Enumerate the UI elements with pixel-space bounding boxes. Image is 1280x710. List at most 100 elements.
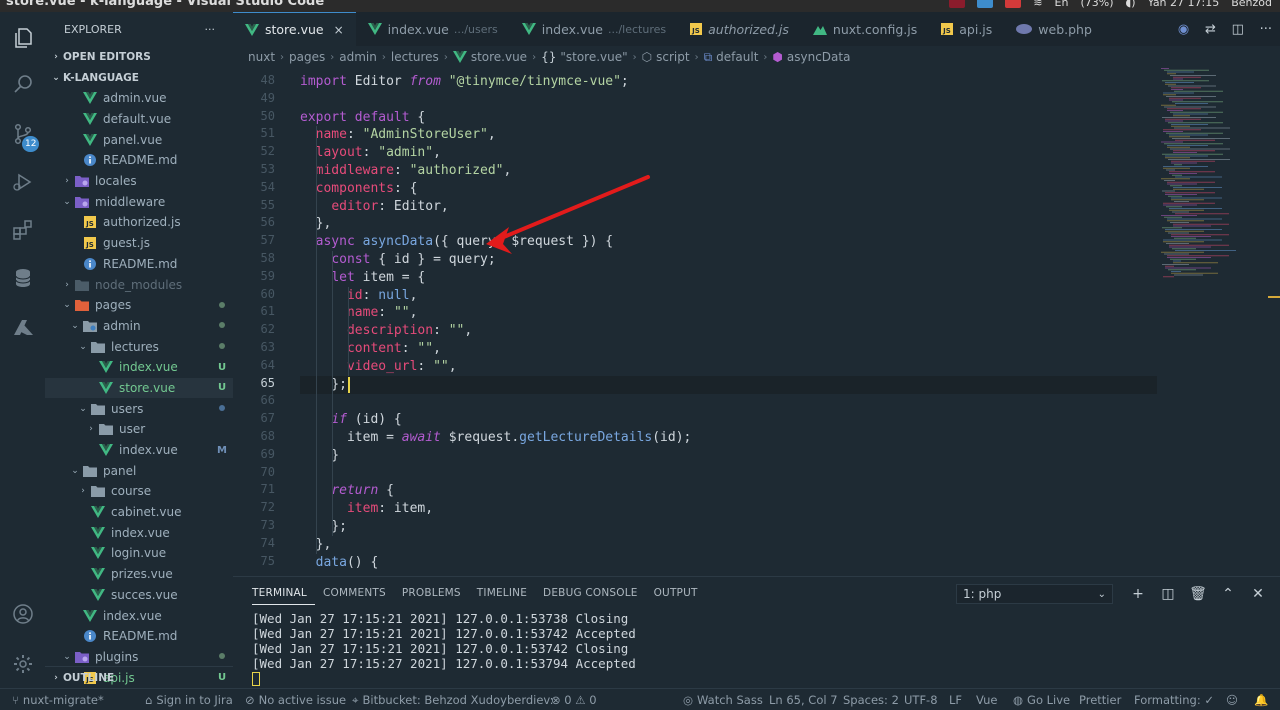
tree-folder[interactable]: › user — [45, 419, 233, 440]
tree-file[interactable]: prizes.vue — [45, 564, 233, 585]
code-line[interactable]: import Editor from "@tinymce/tinymce-vue… — [300, 73, 629, 91]
code-line[interactable]: components: { — [300, 180, 418, 198]
tree-folder[interactable]: ⌄ pages — [45, 295, 233, 316]
code-line[interactable]: async asyncData({ query, $request }) { — [300, 233, 613, 251]
project-section[interactable]: ⌄ K-LANGUAGE — [45, 67, 233, 88]
code-line[interactable]: } — [300, 447, 339, 465]
panel-tab-output[interactable]: OUTPUT — [654, 581, 706, 605]
tree-file[interactable]: README.md — [45, 254, 233, 275]
run-debug-activity[interactable] — [0, 162, 45, 202]
code-line[interactable]: name: "AdminStoreUser", — [300, 126, 496, 144]
code-line[interactable]: video_url: "", — [300, 358, 457, 376]
tree-file[interactable]: store.vue U — [45, 377, 233, 399]
problems-status[interactable]: ⊗ 0 ⚠ 0 — [551, 689, 597, 710]
code-line[interactable]: layout: "admin", — [300, 144, 441, 162]
tree-file[interactable]: admin.vue — [45, 88, 233, 109]
kill-terminal-button[interactable]: 🗑 — [1183, 583, 1213, 605]
more-actions-icon[interactable]: ··· — [1260, 22, 1272, 37]
open-preview-icon[interactable]: ◉ — [1178, 22, 1189, 37]
code-editor[interactable]: 48 49 50 51 52 53 54 55 56 57 58 59 60 61 62 63 64 65 66 67… — [233, 68, 1280, 576]
tree-file[interactable]: panel.vue — [45, 129, 233, 150]
code-line[interactable]: return { — [300, 482, 394, 500]
new-terminal-button[interactable]: + — [1123, 583, 1153, 605]
explorer-more-button[interactable]: ··· — [205, 23, 216, 36]
tree-folder[interactable]: ⌄ plugins — [45, 647, 233, 668]
database-activity[interactable] — [0, 258, 45, 298]
network-tray-icon[interactable] — [977, 0, 994, 8]
formatting-status[interactable]: Formatting: ✓ — [1134, 689, 1214, 710]
tree-file[interactable]: index.vue — [45, 522, 233, 543]
code-line[interactable]: }; — [300, 376, 347, 394]
tree-file[interactable]: login.vue — [45, 543, 233, 564]
split-terminal-button[interactable]: ◫ — [1153, 583, 1183, 605]
code-line[interactable]: }; — [300, 518, 347, 536]
code-area[interactable]: import Editor from "@tinymce/tinymce-vue… — [300, 68, 1160, 576]
tree-file[interactable]: README.md — [45, 626, 233, 647]
clock[interactable]: Yan 27 17:15 — [1148, 0, 1220, 9]
breadcrumb-item[interactable]: asyncData — [787, 50, 851, 64]
go-live-status[interactable]: ◍ Go Live — [1013, 689, 1070, 710]
code-line[interactable]: data() { — [300, 554, 379, 572]
watch-sass-status[interactable]: ◎ Watch Sass — [683, 689, 763, 710]
tab-authorized-js[interactable]: JS authorized.js — [678, 12, 801, 46]
terminal-output[interactable]: [Wed Jan 27 17:15:21 2021] 127.0.0.1:537… — [252, 611, 636, 686]
code-line[interactable]: description: "", — [300, 322, 472, 340]
panel-tab-comments[interactable]: COMMENTS — [323, 581, 394, 605]
code-line[interactable]: let item = { — [300, 269, 425, 287]
tree-file[interactable]: index.vue U — [45, 357, 233, 378]
tree-folder[interactable]: ⌄ users — [45, 398, 233, 419]
tree-file[interactable]: JS guest.js — [45, 233, 233, 254]
code-line[interactable]: editor: Editor, — [300, 198, 448, 216]
user-name[interactable]: Benzod — [1231, 0, 1272, 9]
breadcrumb-item[interactable]: pages — [289, 50, 325, 64]
code-line[interactable]: id: null, — [300, 287, 417, 305]
settings-activity[interactable] — [0, 644, 45, 684]
tree-file[interactable]: succes.vue — [45, 585, 233, 606]
code-line[interactable]: name: "", — [300, 304, 417, 322]
feedback-status[interactable]: ☺ — [1226, 689, 1238, 710]
source-control-activity[interactable]: 12 — [0, 114, 45, 154]
breadcrumb-item[interactable]: default — [716, 50, 758, 64]
encoding[interactable]: UTF-8 — [904, 689, 938, 710]
open-editors-section[interactable]: › OPEN EDITORS — [45, 46, 233, 67]
tree-folder[interactable]: ⌄ admin — [45, 316, 233, 337]
maximize-panel-button[interactable]: ⌃ — [1213, 583, 1243, 605]
code-line[interactable]: middleware: "authorized", — [300, 162, 512, 180]
tab-nuxt-config-js[interactable]: nuxt.config.js — [801, 12, 929, 46]
tab-api-js[interactable]: JS api.js — [929, 12, 1004, 46]
outline-section[interactable]: › OUTLINE — [45, 666, 233, 688]
breadcrumb-item[interactable]: store.vue — [471, 50, 527, 64]
notifications-status[interactable]: 🔔 — [1254, 689, 1268, 710]
tree-file[interactable]: README.md — [45, 150, 233, 171]
breadcrumb-item[interactable]: lectures — [391, 50, 439, 64]
tree-file[interactable]: index.vue — [45, 605, 233, 626]
tree-folder[interactable]: › course — [45, 481, 233, 502]
explorer-activity[interactable] — [0, 18, 45, 58]
wifi-icon[interactable]: ≋ — [1033, 0, 1042, 9]
breadcrumb-item[interactable]: "store.vue" — [560, 50, 627, 64]
code-line[interactable]: content: "", — [300, 340, 441, 358]
search-activity[interactable] — [0, 64, 45, 104]
tab-index-vue[interactable]: index.vue .../lectures — [510, 12, 678, 46]
breadcrumb-item[interactable]: script — [656, 50, 689, 64]
code-line[interactable]: item: item, — [300, 500, 433, 518]
branch-status[interactable]: ⑂ nuxt-migrate* — [12, 689, 104, 710]
battery-level[interactable]: (73%) — [1080, 0, 1113, 9]
compare-changes-icon[interactable]: ⇄ — [1205, 22, 1216, 37]
panel-tab-terminal[interactable]: TERMINAL — [252, 581, 315, 605]
split-editor-icon[interactable]: ◫ — [1232, 22, 1244, 37]
code-line[interactable]: const { id } = query; — [300, 251, 495, 269]
code-line[interactable]: export default { — [300, 109, 425, 127]
cursor-position[interactable]: Ln 65, Col 7 — [769, 689, 838, 710]
tree-file[interactable]: index.vue M — [45, 440, 233, 461]
close-panel-button[interactable]: ✕ — [1243, 583, 1273, 605]
scrollbar-marker[interactable] — [1268, 296, 1280, 298]
tree-file[interactable]: cabinet.vue — [45, 502, 233, 523]
volume-icon[interactable]: ◖) — [1126, 0, 1136, 9]
language-mode[interactable]: Vue — [976, 689, 997, 710]
extensions-activity[interactable] — [0, 210, 45, 250]
accounts-activity[interactable] — [0, 594, 45, 634]
tree-file[interactable]: JS authorized.js — [45, 212, 233, 233]
tree-folder[interactable]: › locales — [45, 171, 233, 192]
tab-store-vue[interactable]: store.vue × — [233, 12, 356, 46]
